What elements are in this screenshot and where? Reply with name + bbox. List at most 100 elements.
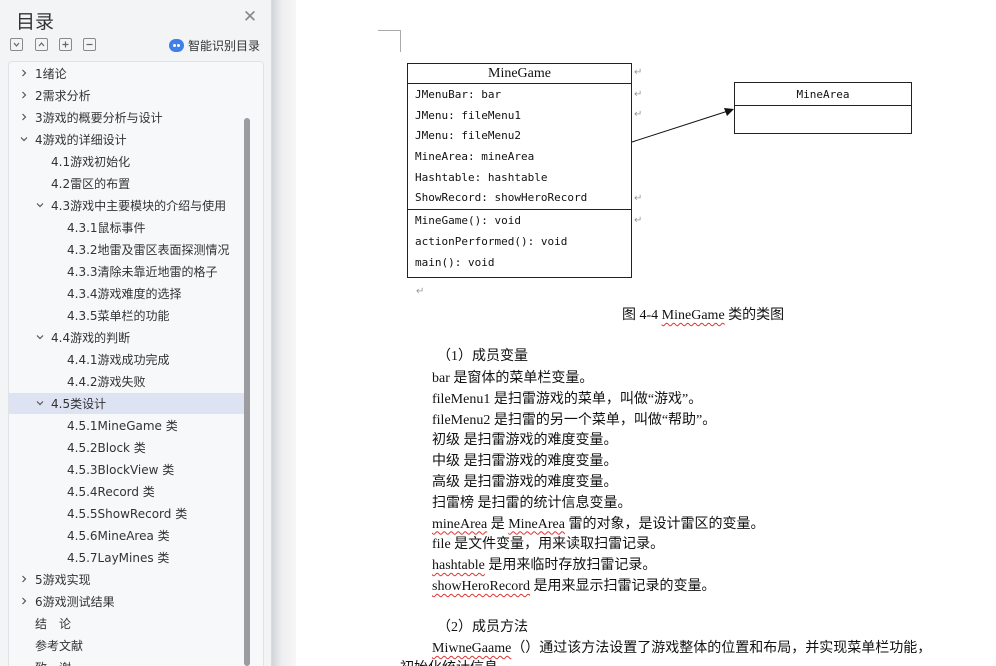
toc-item[interactable]: 1绪论	[9, 63, 245, 84]
toc-item[interactable]: 3游戏的概要分析与设计	[9, 107, 245, 128]
chevron-right-icon[interactable]	[19, 574, 29, 584]
chevron-down-icon[interactable]	[19, 134, 29, 144]
member-desc: 是窗体的菜单栏变量。	[449, 371, 594, 386]
member-desc: 是扫雷游戏的难度变量。	[460, 433, 618, 449]
toc-item[interactable]: 4.5.7LayMines 类	[9, 547, 245, 568]
toc-item-label: 4.3.4游戏难度的选择	[67, 287, 182, 301]
expand-all-icon[interactable]	[35, 38, 48, 51]
toc-item-label: 4.3.2地雷及雷区表面探测情况	[67, 243, 230, 257]
association-arrow	[631, 108, 734, 143]
toc-item[interactable]: 4.5.2Block 类	[9, 437, 245, 458]
member-desc: 是扫雷游戏的菜单，叫做“游戏”。	[490, 391, 703, 407]
member-line: 初级 是扫雷游戏的难度变量。	[432, 429, 618, 449]
member-term: MineArea	[508, 516, 565, 532]
member-line: showHeroRecord 是用来显示扫雷记录的变量。	[432, 575, 715, 595]
toc-item[interactable]: 4.3.2地雷及雷区表面探测情况	[9, 239, 245, 260]
member-desc: 是扫雷的统计信息变量。	[474, 495, 632, 511]
toc-item[interactable]: 4.3.5菜单栏的功能	[9, 305, 245, 326]
toc-item[interactable]: 6游戏测试结果	[9, 591, 245, 612]
toc-item[interactable]: 2需求分析	[9, 85, 245, 106]
chevron-right-icon[interactable]	[19, 90, 29, 100]
remove-item-icon[interactable]	[83, 38, 96, 51]
sidebar-divider	[272, 0, 296, 666]
toc-item-label: 4.5.7LayMines 类	[67, 551, 170, 565]
toc-item[interactable]: 4.5.3BlockView 类	[9, 459, 245, 480]
member-term: file	[432, 537, 451, 553]
toc-item[interactable]: 4.4游戏的判断	[9, 327, 245, 348]
member-term: 中级	[432, 454, 460, 470]
smart-toc-label: 智能识别目录	[188, 38, 261, 53]
member-term: 扫雷榜	[432, 495, 474, 511]
member-term: 高级	[432, 475, 460, 490]
chevron-right-icon[interactable]	[19, 68, 29, 78]
toc-item-label: 2需求分析	[35, 89, 91, 103]
toc-item-label: 6游戏测试结果	[35, 595, 115, 609]
toc-item[interactable]: 4.5.6MineArea 类	[9, 525, 245, 546]
toc-list: 1绪论 2需求分析 3游戏的概要分析与设计 4游戏的详细设计 4.1游戏初始化 4.2雷区…	[8, 61, 264, 666]
member-line: 扫雷榜 是扫雷的统计信息变量。	[432, 492, 632, 512]
member-desc: 是扫雷的另一个菜单，叫做“帮助”。	[490, 412, 717, 428]
chevron-down-icon[interactable]	[35, 200, 45, 210]
toc-item-label: 结 论	[35, 617, 72, 631]
member-line: mineArea 是 MineArea 雷的对象，是设计雷区的变量。	[432, 513, 764, 533]
toc-item-label: 4游戏的详细设计	[35, 133, 127, 147]
ai-assistant-icon	[169, 38, 184, 52]
section-heading: （1）成员变量	[437, 349, 528, 364]
toc-item[interactable]: 4.5.1MineGame 类	[9, 415, 245, 436]
toc-item[interactable]: 4.3.4游戏难度的选择	[9, 283, 245, 304]
member-term: mineArea	[432, 516, 488, 532]
paragraph-mark: ↵	[634, 67, 643, 78]
paragraph-mark: ↵	[634, 215, 643, 226]
member-line: 中级 是扫雷游戏的难度变量。	[432, 450, 618, 470]
member-line: file 是文件变量，用来读取扫雷记录。	[432, 533, 664, 553]
member-term: fileMenu1	[432, 391, 491, 407]
toc-item[interactable]: 4.1游戏初始化	[9, 151, 245, 172]
toc-item-label: 4.1游戏初始化	[51, 155, 131, 169]
toc-item[interactable]: 5游戏实现	[9, 569, 245, 590]
toc-item[interactable]: 4.3游戏中主要模块的介绍与使用	[9, 195, 245, 216]
toc-item-label: 4.5类设计	[51, 397, 107, 411]
collapse-all-icon[interactable]	[10, 38, 23, 51]
member-term: showHeroRecord	[432, 579, 530, 594]
toc-item[interactable]: 4.5类设计	[9, 393, 245, 414]
toc-item[interactable]: 致 谢	[9, 657, 245, 666]
toc-item-label: 4.5.1MineGame 类	[67, 419, 178, 433]
chevron-right-icon[interactable]	[19, 112, 29, 122]
member-desc: 雷的对象，是设计雷区的变量。	[564, 516, 765, 532]
chevron-down-icon[interactable]	[35, 398, 45, 408]
toc-item[interactable]: 参考文献	[9, 635, 245, 656]
toc-item-label: 4.5.5ShowRecord 类	[67, 507, 188, 521]
figure-caption: 图 4-4 MineGame 类的类图	[622, 308, 785, 323]
toc-item[interactable]: 4.4.1游戏成功完成	[9, 349, 245, 370]
toc-item[interactable]: 4.3.1鼠标事件	[9, 217, 245, 238]
member-line: 高级 是扫雷游戏的难度变量。	[432, 471, 618, 491]
toc-sidebar: 目录 ✕ 智能识别目录 1绪论 2需求分析 3游戏的概要分析与设计 4游戏的详细设计 4…	[0, 0, 272, 666]
method-paragraph-continued: 初始化统计信息。	[400, 657, 512, 666]
member-desc: 是用来显示扫雷记录的变量。	[529, 579, 716, 594]
chevron-right-icon[interactable]	[19, 596, 29, 606]
toc-item[interactable]: 4.2雷区的布置	[9, 173, 245, 194]
member-line: fileMenu2 是扫雷的另一个菜单，叫做“帮助”。	[432, 409, 716, 429]
member-term: 初级	[432, 433, 460, 449]
paragraph-mark: ↵	[634, 89, 643, 100]
close-icon[interactable]: ✕	[241, 8, 259, 26]
member-term: fileMenu2	[432, 412, 491, 428]
member-line: hashtable 是用来临时存放扫雷记录。	[432, 554, 656, 574]
toc-item[interactable]: 结 论	[9, 613, 245, 634]
toc-item[interactable]: 4游戏的详细设计	[9, 129, 245, 150]
toc-item-label: 4.4.1游戏成功完成	[67, 353, 170, 367]
toc-item-label: 4.5.3BlockView 类	[67, 463, 175, 477]
member-desc: 是用来临时存放扫雷记录。	[484, 558, 657, 574]
toc-item[interactable]: 4.5.5ShowRecord 类	[9, 503, 245, 524]
toc-scrollbar-thumb[interactable]	[244, 118, 250, 666]
chevron-down-icon[interactable]	[35, 332, 45, 342]
toc-item-label: 4.5.6MineArea 类	[67, 529, 170, 543]
toc-item[interactable]: 4.5.4Record 类	[9, 481, 245, 502]
toc-item-label: 4.3.1鼠标事件	[67, 221, 146, 235]
toc-item[interactable]: 4.4.2游戏失败	[9, 371, 245, 392]
toc-item[interactable]: 4.3.3清除未靠近地雷的格子	[9, 261, 245, 282]
smart-toc-button[interactable]: 智能识别目录	[169, 37, 260, 53]
add-item-icon[interactable]	[59, 38, 72, 51]
member-line: fileMenu1 是扫雷游戏的菜单，叫做“游戏”。	[432, 388, 702, 408]
paragraph-mark: ↵	[634, 109, 643, 120]
